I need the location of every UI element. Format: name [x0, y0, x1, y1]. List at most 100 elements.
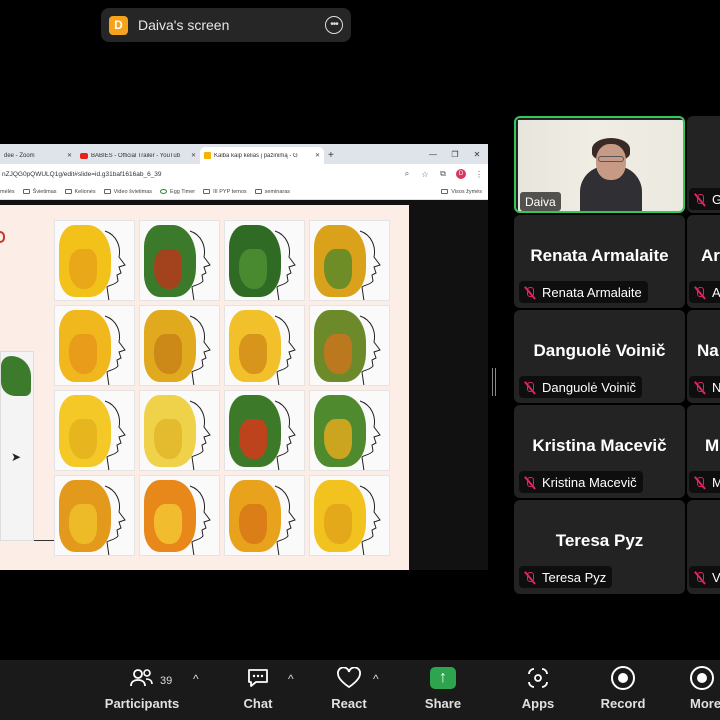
- participant-tile-partial[interactable]: Na N: [687, 310, 720, 403]
- bookmark-folder[interactable]: seminaras: [254, 189, 290, 195]
- slide-canvas: ➤: [0, 201, 488, 570]
- presenter-avatar: D: [109, 15, 128, 35]
- leaf-art-image: [54, 475, 135, 556]
- browser-tab-youtube[interactable]: BABIES - Official Trailer - YouTub ✕: [76, 147, 200, 164]
- share-button[interactable]: ↑ Share: [420, 660, 466, 720]
- window-controls: — ❐ ✕: [422, 144, 488, 164]
- participant-tile-partial[interactable]: M M: [687, 405, 720, 498]
- participant-tile-partial[interactable]: Ar A: [687, 215, 720, 308]
- face-profile-outline: [189, 400, 211, 470]
- bookmark-folder[interactable]: III PYP temos: [203, 189, 247, 195]
- participant-tile-partial[interactable]: V: [687, 500, 720, 594]
- participants-icon: [129, 660, 155, 696]
- mic-muted-icon: [523, 571, 536, 584]
- address-bar[interactable]: nZJQG0pQWULQ1g/edit#slide=id.g31baf1616a…: [0, 164, 488, 184]
- all-bookmarks-folder[interactable]: Visos žymės: [441, 189, 482, 195]
- screen-share-indicator[interactable]: D Daiva's screen •••: [101, 8, 351, 42]
- bookmark-folder[interactable]: Video švietimas: [103, 189, 152, 195]
- slide-image-partial: ➤: [0, 351, 34, 541]
- folder-icon: [441, 189, 449, 194]
- maximize-icon[interactable]: ❐: [444, 150, 466, 159]
- participant-tile[interactable]: Renata Armalaite Renata Armalaite: [514, 215, 685, 308]
- participant-tile-daiva[interactable]: Daiva: [514, 116, 685, 213]
- folder-icon: [64, 189, 72, 194]
- mic-muted-icon: [693, 571, 706, 584]
- tab-label: BABIES - Official Trailer - YouTub: [91, 152, 181, 159]
- mic-muted-icon: [523, 381, 536, 394]
- new-tab-button[interactable]: +: [324, 147, 338, 164]
- close-tab-icon[interactable]: ✕: [187, 152, 196, 159]
- participant-name-tag: Daiva: [520, 192, 561, 211]
- slides-icon: [204, 152, 211, 159]
- bookmark-folder[interactable]: Kelionės: [64, 189, 96, 195]
- leaf-art-image: [309, 305, 390, 386]
- folder-icon: [203, 189, 211, 194]
- leaf-art-image: [224, 220, 305, 301]
- participant-tile[interactable]: Kristina Macevič Kristina Macevič: [514, 405, 685, 498]
- face-profile-outline: [104, 315, 126, 385]
- mic-muted-icon: [693, 381, 706, 394]
- bookmark-star-icon[interactable]: ☆: [416, 170, 434, 179]
- participant-video: Daiva: [518, 120, 683, 211]
- react-button[interactable]: React: [325, 660, 373, 720]
- participant-tile[interactable]: Danguolė Voinič Danguolė Voinič: [514, 310, 685, 403]
- participant-tile[interactable]: Teresa Pyz Teresa Pyz: [514, 500, 685, 594]
- browser-tab-strip: dee - Zoom ✕ BABIES - Official Trailer - …: [0, 144, 488, 164]
- presentation-slide: ➤: [0, 205, 409, 570]
- mic-muted-icon: [523, 476, 536, 489]
- leaf-art-image: [139, 475, 220, 556]
- browser-menu-icon[interactable]: ⋮: [470, 170, 488, 179]
- url-text: nZJQG0pQWULQ1g/edit#slide=id.g31baf1616a…: [2, 170, 162, 178]
- minimize-icon[interactable]: —: [422, 150, 444, 159]
- extensions-icon[interactable]: ⧉: [434, 169, 452, 179]
- profile-avatar[interactable]: D: [456, 169, 466, 179]
- close-window-icon[interactable]: ✕: [466, 150, 488, 159]
- participant-display-name: Teresa Pyz: [555, 531, 644, 550]
- participant-name-tag: A: [689, 281, 720, 303]
- participants-button[interactable]: Participants: [104, 660, 180, 720]
- tab-label: Kalba kaip kelias į pažinimą - G: [214, 152, 298, 159]
- chevron-up-icon[interactable]: ^: [288, 672, 294, 686]
- participant-name-tag: N: [689, 376, 720, 398]
- participant-count-badge: 39: [160, 675, 173, 687]
- split-view-resize-handle[interactable]: [492, 368, 496, 396]
- youtube-icon: [80, 152, 88, 159]
- participant-name-tag: Kristina Macevič: [519, 471, 643, 493]
- close-tab-icon[interactable]: ✕: [63, 152, 72, 159]
- face-profile-outline: [274, 315, 296, 385]
- mic-muted-icon: [523, 286, 536, 299]
- face-profile-outline: [359, 230, 381, 300]
- apps-button[interactable]: Apps: [516, 660, 560, 720]
- participant-tile-partial[interactable]: G: [687, 116, 720, 213]
- face-profile-outline: [274, 485, 296, 555]
- chevron-up-icon[interactable]: ^: [193, 672, 199, 686]
- leaf-art-image: [54, 220, 135, 301]
- leaf-art-image: [54, 390, 135, 471]
- mic-muted-icon: [693, 476, 706, 489]
- more-button[interactable]: More: [690, 660, 720, 720]
- browser-tab-zoom[interactable]: dee - Zoom ✕: [0, 147, 76, 164]
- chat-button[interactable]: Chat: [236, 660, 280, 720]
- face-profile-outline: [274, 230, 296, 300]
- meeting-toolbar: Participants 39 ^ Chat ^ React ^ ↑ Share…: [0, 660, 720, 720]
- close-tab-icon[interactable]: ✕: [311, 152, 320, 159]
- bookmark-item[interactable]: mėlės: [0, 189, 15, 195]
- chevron-up-icon[interactable]: ^: [373, 672, 379, 686]
- more-options-icon[interactable]: •••: [325, 16, 343, 34]
- leaf-art-image: [224, 305, 305, 386]
- participant-name-tag: Danguolė Voinič: [519, 376, 642, 398]
- leaf-art-image: [224, 475, 305, 556]
- egg-timer-icon: [160, 189, 168, 194]
- face-profile-outline: [189, 315, 211, 385]
- participant-display-name: Danguolė Voinič: [533, 341, 666, 360]
- zoom-icon[interactable]: ⌕: [398, 169, 416, 179]
- face-profile-outline: [274, 400, 296, 470]
- bookmark-folder[interactable]: Švietimas: [22, 189, 57, 195]
- heart-icon: [336, 660, 362, 696]
- leaf-art-image: [139, 305, 220, 386]
- bookmark-item[interactable]: Egg Timer: [160, 189, 195, 195]
- mic-muted-icon: [693, 193, 706, 206]
- browser-tab-slides[interactable]: Kalba kaip kelias į pažinimą - G ✕: [200, 147, 324, 164]
- record-button[interactable]: Record: [598, 660, 648, 720]
- more-label: More: [690, 696, 720, 711]
